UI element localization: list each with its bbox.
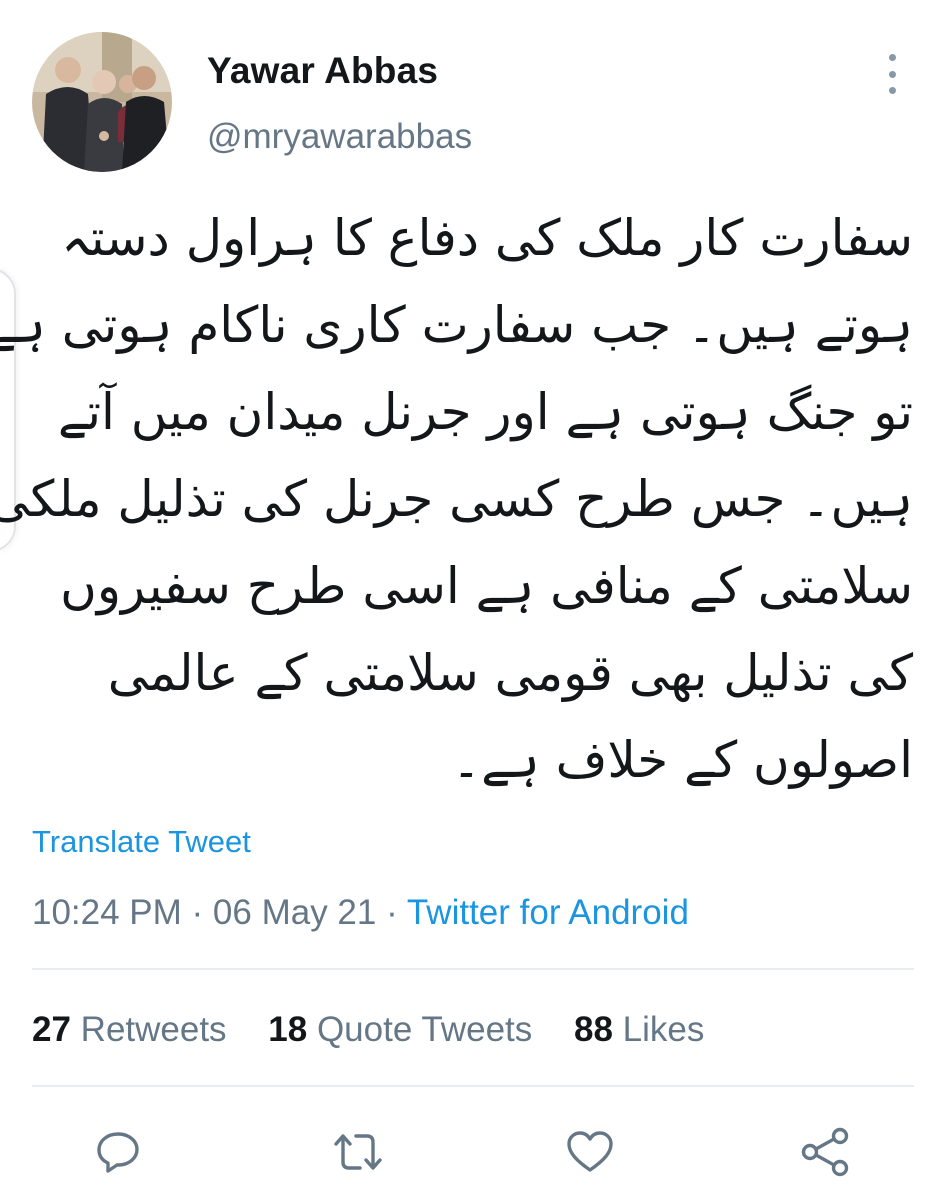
tweet-text-line: کی تذلیل بھی قومی سلامتی کے عالمی — [107, 644, 913, 702]
likes-count: 88 — [574, 1010, 613, 1049]
likes-stat[interactable]: 88 Likes — [574, 1010, 704, 1050]
share-button[interactable] — [798, 1124, 854, 1180]
tweet-date: 06 May 21 — [212, 893, 377, 932]
retweets-count: 27 — [32, 1010, 71, 1049]
more-options-button[interactable] — [872, 52, 912, 96]
more-dot-icon — [888, 54, 896, 61]
tweet-source-link[interactable]: Twitter for Android — [407, 893, 689, 932]
retweet-button[interactable] — [330, 1124, 386, 1180]
like-button[interactable] — [562, 1124, 618, 1180]
likes-label: Likes — [612, 1010, 705, 1049]
tweet-text-line: ہوتے ہیں۔ جب سفارت کاری ناکام ہوتی ہے — [0, 296, 913, 354]
tweet-text-line: ہیں۔ جس طرح کسی جرنل کی تذلیل ملکی — [0, 470, 913, 528]
tweet-text-line: تو جنگ ہوتی ہے اور جرنل میدان میں آتے — [57, 383, 913, 441]
tweet-text: سفارت کار ملک کی دفاع کا ہراول دستہ ہوتے… — [0, 195, 913, 804]
meta-separator: · — [376, 893, 407, 932]
user-handle[interactable]: @mryawarabbas — [207, 117, 472, 157]
like-icon — [567, 1131, 613, 1172]
divider — [32, 1085, 914, 1087]
engagement-stats: 27 Retweets 18 Quote Tweets 88 Likes — [32, 1010, 704, 1050]
retweets-stat[interactable]: 27 Retweets — [32, 1010, 227, 1050]
meta-separator: · — [181, 893, 213, 932]
translate-tweet-link[interactable]: Translate Tweet — [32, 824, 251, 860]
tweet-text-line: سفارت کار ملک کی دفاع کا ہراول دستہ — [61, 209, 913, 267]
more-dot-icon — [888, 70, 896, 78]
more-dot-icon — [888, 87, 896, 94]
tweet-text-line: سلامتی کے منافی ہے اسی طرح سفیروں — [60, 557, 913, 615]
divider — [32, 968, 914, 970]
retweets-label: Retweets — [70, 1010, 227, 1049]
tweet-time: 10:24 PM — [32, 893, 182, 932]
display-name[interactable]: Yawar Abbas — [207, 50, 438, 92]
reply-icon — [97, 1132, 139, 1173]
quote-tweets-count: 18 — [268, 1010, 308, 1049]
retweet-icon — [334, 1134, 382, 1170]
share-icon — [801, 1127, 849, 1177]
reply-button[interactable] — [90, 1124, 146, 1180]
tweet-text-line: اصولوں کے خلاف ہے۔ — [451, 731, 913, 789]
tweet-metadata: 10:24 PM · 06 May 21 · Twitter for Andro… — [32, 893, 689, 933]
quote-tweets-label: Quote Tweets — [307, 1010, 533, 1049]
avatar[interactable] — [32, 32, 172, 172]
quote-tweets-stat[interactable]: 18 Quote Tweets — [268, 1010, 532, 1050]
